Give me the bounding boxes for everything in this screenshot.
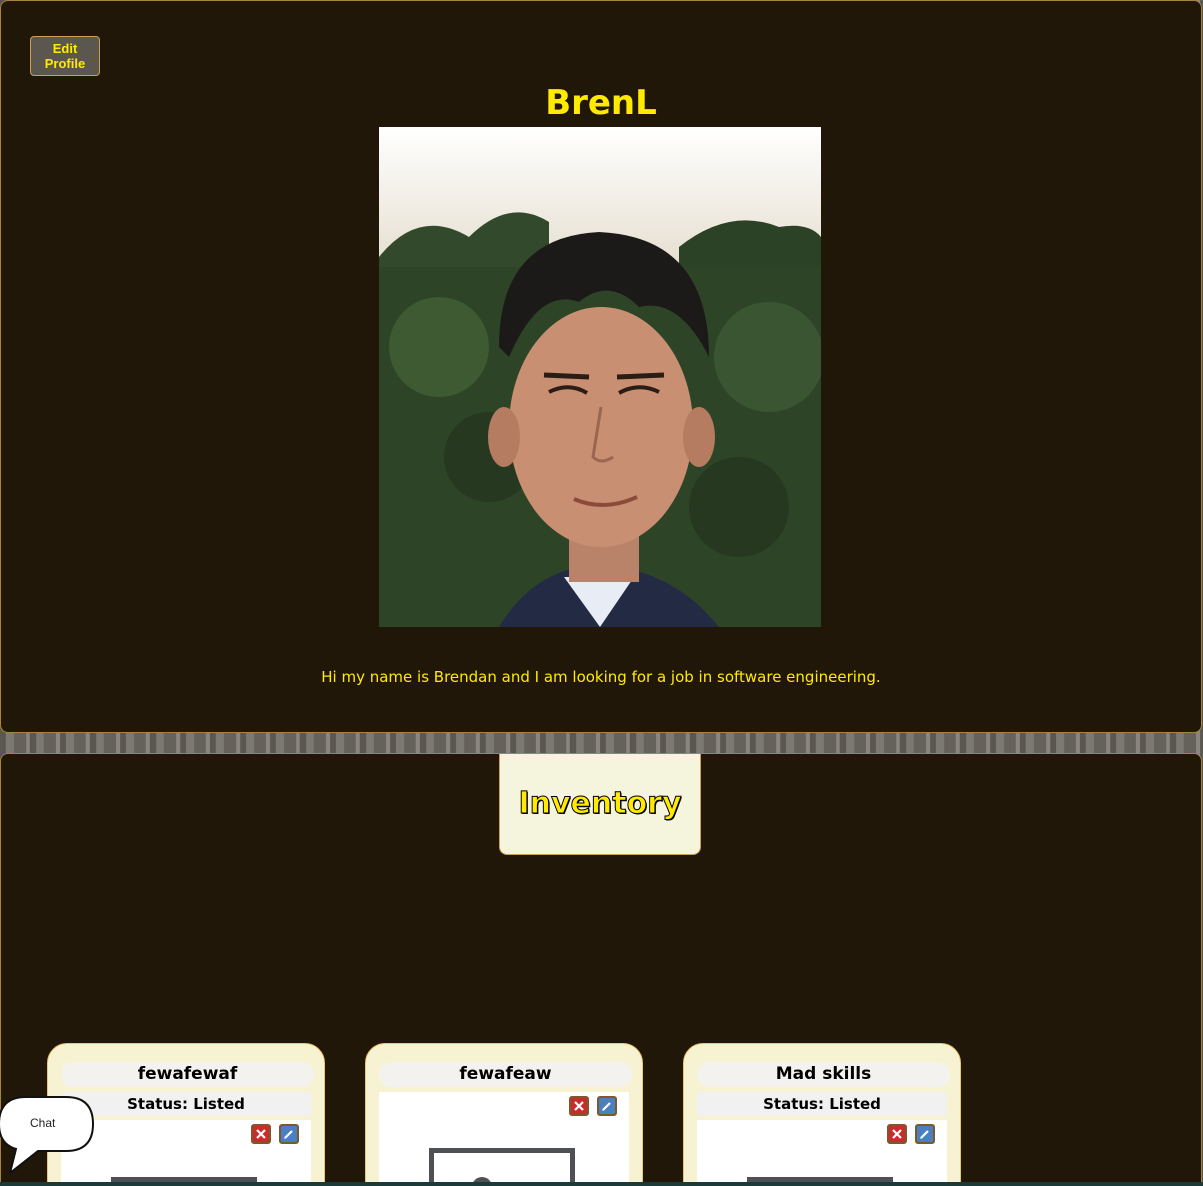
pencil-icon <box>284 1130 293 1139</box>
card-image-area <box>61 1120 311 1186</box>
close-icon <box>256 1129 266 1139</box>
delete-item-button[interactable] <box>887 1124 907 1144</box>
profile-bio: Hi my name is Brendan and I am looking f… <box>321 668 881 686</box>
card-title: Mad skills <box>697 1062 950 1087</box>
close-icon <box>892 1129 902 1139</box>
edit-item-button[interactable] <box>597 1096 617 1116</box>
speech-bubble-icon <box>0 1096 95 1176</box>
profile-username: BrenL <box>545 83 657 123</box>
edit-item-button[interactable] <box>915 1124 935 1144</box>
delete-item-button[interactable] <box>251 1124 271 1144</box>
card-title: fewafewaf <box>61 1062 314 1087</box>
edit-item-button[interactable] <box>279 1124 299 1144</box>
delete-item-button[interactable] <box>569 1096 589 1116</box>
card-status: Status: Listed <box>61 1092 311 1116</box>
inventory-card[interactable]: fewafeaw <box>365 1043 643 1186</box>
chat-label: Chat <box>30 1116 56 1130</box>
edit-profile-button[interactable]: Edit Profile <box>30 36 100 76</box>
inventory-panel: Inventory fewafewaf Status: Listed fewaf… <box>0 753 1202 1186</box>
edit-profile-label: Edit Profile <box>44 41 86 71</box>
profile-panel: Edit Profile BrenL Hi my name is Brendan… <box>0 0 1202 733</box>
card-image-area <box>379 1092 629 1186</box>
profile-photo <box>379 127 821 627</box>
image-placeholder-icon <box>429 1148 575 1186</box>
card-image-area <box>697 1120 947 1186</box>
inventory-title: Inventory <box>518 786 682 822</box>
profile-photo-image <box>379 127 821 627</box>
card-status: Status: Listed <box>697 1092 947 1116</box>
pencil-icon <box>602 1102 611 1111</box>
pencil-icon <box>920 1130 929 1139</box>
chat-button[interactable]: Chat <box>0 1096 95 1176</box>
card-title: fewafeaw <box>379 1062 632 1087</box>
inventory-header: Inventory <box>499 754 701 855</box>
close-icon <box>574 1101 584 1111</box>
inventory-card[interactable]: Mad skills Status: Listed <box>683 1043 961 1186</box>
bottom-edge <box>0 1182 1203 1186</box>
